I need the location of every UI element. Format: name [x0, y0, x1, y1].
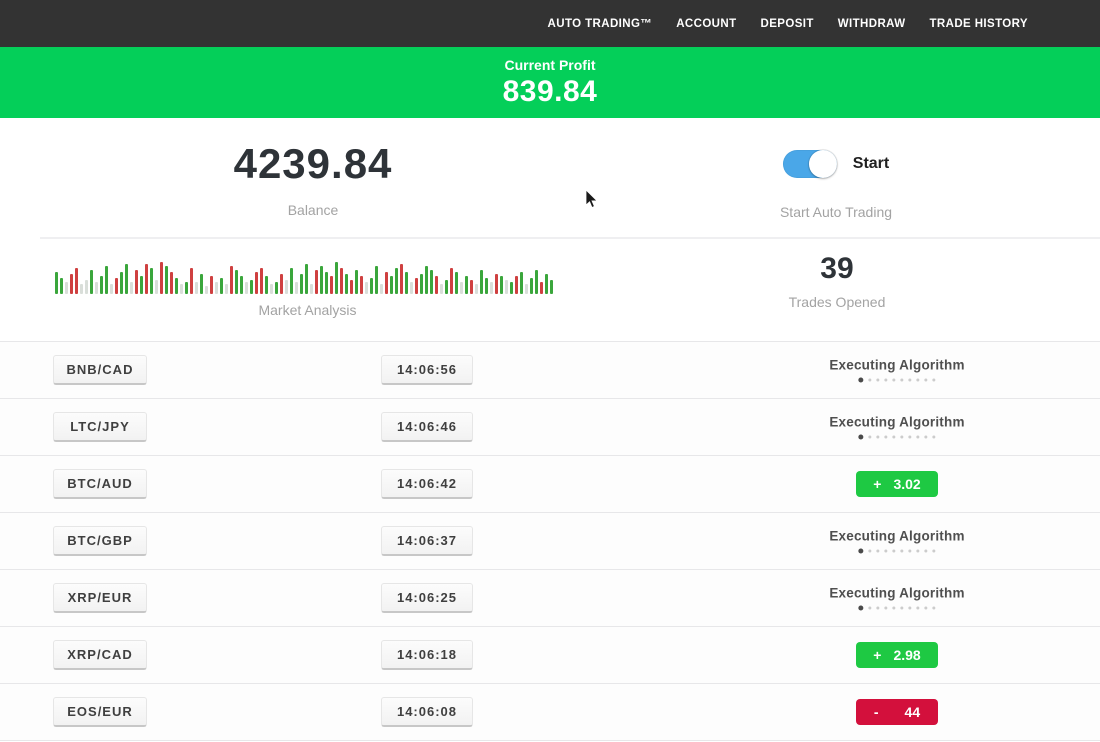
nav-deposit[interactable]: DEPOSIT — [761, 18, 814, 30]
table-row: BNB/CAD 14:06:56 Executing Algorithm — [0, 341, 1100, 398]
auto-trading-toggle[interactable] — [783, 150, 837, 178]
table-row: BTC/AUD 14:06:42 +3.02 — [0, 455, 1100, 512]
table-row: BTC/GBP 14:06:37 Executing Algorithm — [0, 512, 1100, 569]
progress-dots — [829, 435, 964, 440]
current-profit-label: Current Profit — [505, 57, 596, 73]
balance-value: 4239.84 — [234, 140, 393, 188]
table-row: XRP/EUR 14:06:25 Executing Algorithm — [0, 569, 1100, 626]
pair-chip: BTC/AUD — [53, 469, 147, 499]
trades-opened-block: 39 Trades Opened — [789, 252, 886, 310]
trades-opened-label: Trades Opened — [789, 294, 886, 310]
balance-label: Balance — [234, 202, 393, 218]
trade-status: Executing Algorithm — [829, 529, 964, 554]
time-chip: 14:06:25 — [381, 583, 473, 613]
balance-block: 4239.84 Balance — [234, 140, 393, 218]
result-sign: - — [874, 704, 879, 720]
executing-label: Executing Algorithm — [829, 415, 964, 430]
pair-chip: XRP/EUR — [53, 583, 147, 613]
time-chip: 14:06:46 — [381, 412, 473, 442]
market-analysis-block: Market Analysis — [55, 258, 560, 318]
pair-chip: BNB/CAD — [53, 355, 147, 385]
time-chip: 14:06:37 — [381, 526, 473, 556]
time-chip: 14:06:56 — [381, 355, 473, 385]
top-nav: AUTO TRADING™ ACCOUNT DEPOSIT WITHDRAW T… — [0, 0, 1100, 47]
progress-dots — [829, 606, 964, 611]
executing-label: Executing Algorithm — [829, 529, 964, 544]
result-sign: + — [873, 647, 881, 663]
toggle-knob — [809, 150, 837, 178]
pair-chip: BTC/GBP — [53, 526, 147, 556]
trade-status: Executing Algorithm — [829, 415, 964, 440]
trade-status: Executing Algorithm — [829, 358, 964, 383]
trades-table: BNB/CAD 14:06:56 Executing Algorithm LTC… — [0, 341, 1100, 741]
trade-status: - 44 — [856, 699, 938, 725]
executing-label: Executing Algorithm — [829, 586, 964, 601]
pair-chip: LTC/JPY — [53, 412, 147, 442]
profit-badge: +3.02 — [856, 471, 938, 497]
section-divider — [40, 237, 1100, 239]
nav-withdraw[interactable]: WITHDRAW — [838, 18, 906, 30]
market-analysis-chart — [55, 258, 560, 294]
table-row: XRP/CAD 14:06:18 +2.98 — [0, 626, 1100, 683]
trade-status: +2.98 — [856, 642, 938, 668]
nav-account[interactable]: ACCOUNT — [676, 18, 736, 30]
pair-chip: EOS/EUR — [53, 697, 147, 727]
nav-trade-history[interactable]: TRADE HISTORY — [930, 18, 1029, 30]
loss-badge: - 44 — [856, 699, 938, 725]
progress-dots — [829, 549, 964, 554]
pair-chip: XRP/CAD — [53, 640, 147, 670]
profit-badge: +2.98 — [856, 642, 938, 668]
executing-label: Executing Algorithm — [829, 358, 964, 373]
auto-trading-block: Start Start Auto Trading — [780, 150, 892, 220]
result-sign: + — [873, 476, 881, 492]
market-analysis-label: Market Analysis — [55, 302, 560, 318]
time-chip: 14:06:08 — [381, 697, 473, 727]
result-amount: 2.98 — [893, 647, 920, 663]
table-row: EOS/EUR 14:06:08 - 44 — [0, 683, 1100, 740]
trade-status: Executing Algorithm — [829, 586, 964, 611]
trade-status: +3.02 — [856, 471, 938, 497]
result-amount: 3.02 — [893, 476, 920, 492]
nav-auto-trading[interactable]: AUTO TRADING™ — [548, 18, 653, 30]
start-auto-trading-label: Start Auto Trading — [780, 204, 892, 220]
time-chip: 14:06:42 — [381, 469, 473, 499]
result-amount: 44 — [905, 704, 921, 720]
toggle-label: Start — [853, 155, 889, 173]
current-profit-banner: Current Profit 839.84 — [0, 47, 1100, 118]
current-profit-value: 839.84 — [503, 75, 598, 109]
trades-opened-value: 39 — [789, 252, 886, 286]
table-row: LTC/JPY 14:06:46 Executing Algorithm — [0, 398, 1100, 455]
time-chip: 14:06:18 — [381, 640, 473, 670]
progress-dots — [829, 378, 964, 383]
auto-trading-app: AUTO TRADING™ ACCOUNT DEPOSIT WITHDRAW T… — [0, 0, 1100, 742]
mouse-cursor-icon — [585, 190, 599, 210]
